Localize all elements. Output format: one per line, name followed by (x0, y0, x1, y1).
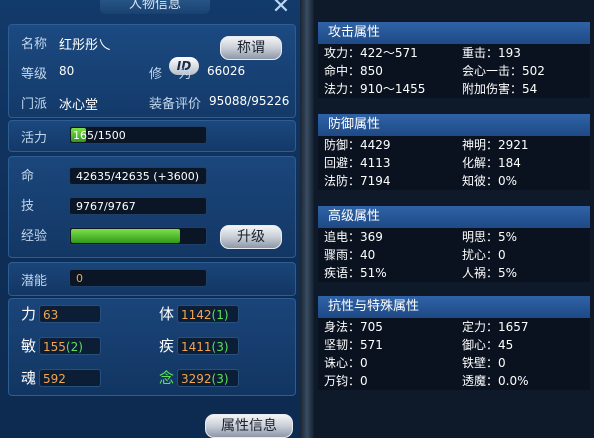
vitality-label: 活力 (21, 131, 48, 146)
potential-label: 潜能 (21, 274, 48, 289)
attr-item: 身法：705 (324, 320, 383, 334)
attr-item: 人祸：5% (462, 266, 518, 280)
attr-section-0: 攻击属性攻力：422～571 重击：193 命中：850 会心一击：502 法力：910… (318, 22, 590, 98)
attr-row: 追电：369 明思：5% (318, 228, 590, 246)
attr-section-header: 抗性与特殊属性 (318, 296, 590, 318)
attr-value-agi: 155(2) (39, 337, 101, 355)
attr-item: 疾语：51% (324, 266, 387, 280)
exp-label: 经验 (21, 229, 48, 244)
potential-value: 0 (69, 269, 207, 287)
attr-item: 扰心：0 (462, 248, 506, 262)
attr-value-soul: 592 (39, 369, 101, 387)
title-button[interactable]: 称谓 (220, 36, 282, 60)
attr-value-str: 63 (39, 305, 101, 323)
panel-divider (300, 0, 314, 438)
attr-row: 回避：4113 化解：184 (318, 154, 590, 172)
attr-section-3: 抗性与特殊属性身法：705 定力：1657 坚韧：571 御心：45 诛心：0 铁壁：0 万… (318, 296, 590, 390)
attr-row: 防御：4429 神明：2921 (318, 136, 590, 154)
attr-value-spd: 1411(3) (177, 337, 239, 355)
attr-item: 命中：850 (324, 64, 383, 78)
character-name: 红彤彤乀 (59, 38, 112, 53)
attr-value-mind: 3292(3) (177, 369, 239, 387)
vitality-bar: 165/1500 (69, 126, 207, 144)
attr-label-str: 力 (21, 305, 37, 323)
vitality-value: 165/1500 (73, 129, 126, 142)
attr-row: 万钧：0 透魔：0.0% (318, 372, 590, 390)
attr-item: 追电：369 (324, 230, 383, 244)
sect-value: 冰心堂 (59, 98, 99, 113)
attr-item: 回避：4113 (324, 156, 391, 170)
attr-item: 知彼：0% (462, 174, 518, 188)
attr-item: 重击：193 (462, 46, 521, 60)
attr-item: 攻力：422～571 (324, 46, 418, 60)
attr-section-header: 攻击属性 (318, 22, 590, 44)
attr-row: 身法：705 定力：1657 (318, 318, 590, 336)
close-icon[interactable]: ✕ (270, 0, 292, 18)
hp-field: 42635/42635 (+3600) (69, 167, 207, 185)
attr-row: 骤雨：40 扰心：0 (318, 246, 590, 264)
attr-item: 透魔：0.0% (462, 374, 529, 388)
attr-item: 万钧：0 (324, 374, 368, 388)
attr-item: 防御：4429 (324, 138, 391, 152)
sect-label: 门派 (21, 97, 48, 112)
name-label: 名称 (21, 37, 48, 52)
attr-row: 攻力：422～571 重击：193 (318, 44, 590, 62)
attribute-detail-panel: 攻击属性攻力：422～571 重击：193 命中：850 会心一击：502 法力：910… (314, 0, 594, 438)
skill-label: 技 (21, 199, 35, 214)
potential-section: 潜能 0 (8, 262, 296, 296)
attr-item: 化解：184 (462, 156, 521, 170)
attr-item: 神明：2921 (462, 138, 529, 152)
level-label: 等级 (21, 67, 48, 82)
attr-item: 明思：5% (462, 230, 518, 244)
exp-bar-fill (71, 229, 180, 243)
attr-item: 诛心：0 (324, 356, 368, 370)
attr-label-con: 体 (159, 305, 175, 323)
attr-row: 法力：910～1455 附加伤害：54 (318, 80, 590, 98)
attr-item: 铁壁：0 (462, 356, 506, 370)
attr-item: 骤雨：40 (324, 248, 376, 262)
equip-score-label: 装备评价 (149, 97, 202, 112)
attr-section-1: 防御属性防御：4429 神明：2921 回避：4113 化解：184 法防：7194 知彼… (318, 114, 590, 190)
attr-item: 法防：7194 (324, 174, 391, 188)
upgrade-button[interactable]: 升级 (220, 225, 282, 249)
level-value: 80 (59, 64, 75, 78)
exp-bar (69, 227, 207, 245)
attr-item: 定力：1657 (462, 320, 529, 334)
attr-item: 御心：45 (462, 338, 514, 352)
vitals-section: 命 42635/42635 (+3600) 技 9767/9767 经验 升级 (8, 156, 296, 258)
attribute-info-button[interactable]: 属性信息 (205, 414, 293, 438)
attr-label-soul: 魂 (21, 369, 37, 387)
character-info-panel: 人物信息 ✕ 名称 红彤彤乀 ID 称谓 等级 80 修 为 66026 门派 … (0, 0, 300, 438)
attr-row: 诛心：0 铁壁：0 (318, 354, 590, 372)
skill-field: 9767/9767 (69, 197, 207, 215)
attr-label-spd: 疾 (159, 337, 175, 355)
vitality-section: 活力 165/1500 (8, 120, 296, 152)
cultivation-label: 修 为 (149, 67, 192, 82)
attr-row: 坚韧：571 御心：45 (318, 336, 590, 354)
equip-score-value: 95088/95226 (209, 94, 290, 108)
attr-row: 法防：7194 知彼：0% (318, 172, 590, 190)
hp-label: 命 (21, 169, 35, 184)
attr-value-con: 1142(1) (177, 305, 239, 323)
attr-item: 附加伤害：54 (462, 82, 538, 96)
cultivation-value: 66026 (207, 64, 246, 78)
attr-label-mind: 念 (159, 369, 175, 387)
attr-section-2: 高级属性追电：369 明思：5% 骤雨：40 扰心：0 疾语：51% 人祸：5% (318, 206, 590, 282)
attr-section-header: 防御属性 (318, 114, 590, 136)
attr-section-header: 高级属性 (318, 206, 590, 228)
attr-item: 会心一击：502 (462, 64, 545, 78)
attr-item: 法力：910～1455 (324, 82, 426, 96)
basic-info-section: 名称 红彤彤乀 ID 称谓 等级 80 修 为 66026 门派 冰心堂 装备评… (8, 24, 296, 118)
attr-item: 坚韧：571 (324, 338, 383, 352)
attr-row: 命中：850 会心一击：502 (318, 62, 590, 80)
attr-label-agi: 敏 (21, 337, 37, 355)
attributes-section: 力 63 体 1142(1) 敏 155(2) 疾 1411(3) 魂 592 … (8, 298, 296, 396)
attr-row: 疾语：51% 人祸：5% (318, 264, 590, 282)
window-title: 人物信息 (100, 0, 210, 14)
